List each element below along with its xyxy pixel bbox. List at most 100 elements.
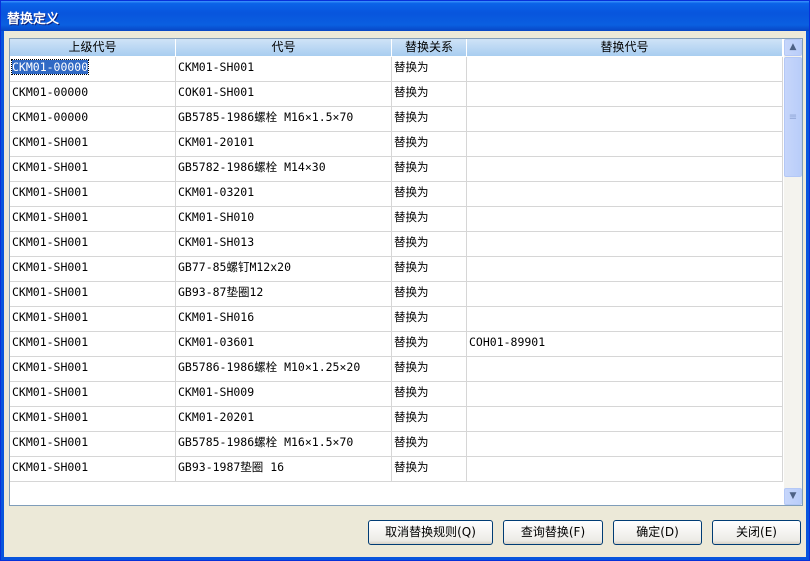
- table-row[interactable]: CKM01-SH001 CKM01-SH010 替换为: [10, 207, 783, 232]
- cell-code[interactable]: CKM01-SH009: [176, 382, 392, 407]
- column-header-relation[interactable]: 替换关系: [392, 39, 467, 57]
- cell-relation[interactable]: 替换为: [392, 132, 467, 157]
- ok-button[interactable]: 确定(D): [613, 520, 702, 545]
- column-header-code[interactable]: 代号: [176, 39, 392, 57]
- close-button[interactable]: 关闭(E): [712, 520, 801, 545]
- cell-parent-code[interactable]: CKM01-SH001: [10, 307, 176, 332]
- column-header-replacement-code[interactable]: 替换代号: [467, 39, 783, 57]
- table-row[interactable]: CKM01-SH001 CKM01-20101 替换为: [10, 132, 783, 157]
- cell-code[interactable]: GB5786-1986螺栓 M10×1.25×20: [176, 357, 392, 382]
- cell-replacement-code[interactable]: [467, 107, 783, 132]
- vertical-scrollbar[interactable]: ▲ ≡ ▼: [784, 39, 802, 505]
- cell-relation[interactable]: 替换为: [392, 407, 467, 432]
- cell-text: 替换为: [394, 360, 429, 374]
- cell-code[interactable]: CKM01-03601: [176, 332, 392, 357]
- table-row[interactable]: CKM01-SH001 CKM01-03601 替换为 COH01-89901: [10, 332, 783, 357]
- table-row[interactable]: CKM01-SH001 GB93-1987垫圈 16 替换为: [10, 457, 783, 482]
- cell-parent-code[interactable]: CKM01-00000: [10, 107, 176, 132]
- cell-replacement-code[interactable]: COH01-89901: [467, 332, 783, 357]
- cell-relation[interactable]: 替换为: [392, 457, 467, 482]
- cell-parent-code[interactable]: CKM01-SH001: [10, 407, 176, 432]
- cell-replacement-code[interactable]: [467, 257, 783, 282]
- cell-code[interactable]: GB93-87垫圈12: [176, 282, 392, 307]
- cell-relation[interactable]: 替换为: [392, 82, 467, 107]
- cell-replacement-code[interactable]: [467, 382, 783, 407]
- table-row[interactable]: CKM01-00000 COK01-SH001 替换为: [10, 82, 783, 107]
- cell-replacement-code[interactable]: [467, 282, 783, 307]
- table-row[interactable]: CKM01-SH001 CKM01-SH013 替换为: [10, 232, 783, 257]
- cell-relation[interactable]: 替换为: [392, 282, 467, 307]
- cell-parent-code[interactable]: CKM01-SH001: [10, 182, 176, 207]
- cell-parent-code[interactable]: CKM01-SH001: [10, 157, 176, 182]
- replacement-grid[interactable]: 上级代号 代号 替换关系 替换代号 CKM01-00000 CKM01-SH001…: [9, 38, 803, 506]
- cell-code[interactable]: CKM01-20101: [176, 132, 392, 157]
- cell-parent-code[interactable]: CKM01-SH001: [10, 382, 176, 407]
- cell-replacement-code[interactable]: [467, 57, 783, 82]
- cell-relation[interactable]: 替换为: [392, 257, 467, 282]
- cell-code[interactable]: GB93-1987垫圈 16: [176, 457, 392, 482]
- cell-parent-code[interactable]: CKM01-SH001: [10, 332, 176, 357]
- cell-relation[interactable]: 替换为: [392, 232, 467, 257]
- cell-code[interactable]: GB5782-1986螺栓 M14×30: [176, 157, 392, 182]
- cell-replacement-code[interactable]: [467, 357, 783, 382]
- cell-relation[interactable]: 替换为: [392, 432, 467, 457]
- table-row[interactable]: CKM01-SH001 CKM01-SH009 替换为: [10, 382, 783, 407]
- table-row[interactable]: CKM01-SH001 GB77-85螺钉M12x20 替换为: [10, 257, 783, 282]
- query-replacement-button[interactable]: 查询替换(F): [503, 520, 603, 545]
- cell-relation[interactable]: 替换为: [392, 57, 467, 82]
- table-row[interactable]: CKM01-SH001 CKM01-SH016 替换为: [10, 307, 783, 332]
- table-row[interactable]: CKM01-SH001 CKM01-03201 替换为: [10, 182, 783, 207]
- cell-relation[interactable]: 替换为: [392, 307, 467, 332]
- cell-replacement-code[interactable]: [467, 182, 783, 207]
- table-row[interactable]: CKM01-00000 CKM01-SH001 替换为: [10, 57, 783, 82]
- cell-code[interactable]: GB5785-1986螺栓 M16×1.5×70: [176, 432, 392, 457]
- cell-replacement-code[interactable]: [467, 407, 783, 432]
- table-row[interactable]: CKM01-SH001 GB5782-1986螺栓 M14×30 替换为: [10, 157, 783, 182]
- cell-relation[interactable]: 替换为: [392, 157, 467, 182]
- cell-code[interactable]: CKM01-20201: [176, 407, 392, 432]
- cell-parent-code[interactable]: CKM01-SH001: [10, 257, 176, 282]
- cell-replacement-code[interactable]: [467, 457, 783, 482]
- cell-parent-code[interactable]: CKM01-00000: [10, 57, 176, 82]
- cell-parent-code[interactable]: CKM01-SH001: [10, 232, 176, 257]
- cell-code[interactable]: CKM01-SH010: [176, 207, 392, 232]
- cell-parent-code[interactable]: CKM01-SH001: [10, 357, 176, 382]
- cell-relation[interactable]: 替换为: [392, 332, 467, 357]
- cell-relation[interactable]: 替换为: [392, 357, 467, 382]
- scroll-thumb[interactable]: ≡: [784, 57, 802, 177]
- cell-relation[interactable]: 替换为: [392, 107, 467, 132]
- cell-relation[interactable]: 替换为: [392, 207, 467, 232]
- cell-code[interactable]: CKM01-SH016: [176, 307, 392, 332]
- cell-parent-code[interactable]: CKM01-SH001: [10, 207, 176, 232]
- cell-text: 替换为: [394, 85, 429, 99]
- cell-relation[interactable]: 替换为: [392, 382, 467, 407]
- table-row[interactable]: CKM01-SH001 CKM01-20201 替换为: [10, 407, 783, 432]
- cell-replacement-code[interactable]: [467, 207, 783, 232]
- cell-parent-code[interactable]: CKM01-SH001: [10, 282, 176, 307]
- table-row[interactable]: CKM01-SH001 GB93-87垫圈12 替换为: [10, 282, 783, 307]
- cell-parent-code[interactable]: CKM01-00000: [10, 82, 176, 107]
- cell-code[interactable]: CKM01-SH013: [176, 232, 392, 257]
- cancel-replacement-rule-button[interactable]: 取消替换规则(Q): [368, 520, 493, 545]
- table-row[interactable]: CKM01-00000 GB5785-1986螺栓 M16×1.5×70 替换为: [10, 107, 783, 132]
- cell-replacement-code[interactable]: [467, 132, 783, 157]
- scroll-up-arrow-icon[interactable]: ▲: [784, 39, 802, 56]
- cell-replacement-code[interactable]: [467, 232, 783, 257]
- cell-replacement-code[interactable]: [467, 432, 783, 457]
- cell-code[interactable]: GB77-85螺钉M12x20: [176, 257, 392, 282]
- cell-parent-code[interactable]: CKM01-SH001: [10, 457, 176, 482]
- cell-parent-code[interactable]: CKM01-SH001: [10, 432, 176, 457]
- cell-replacement-code[interactable]: [467, 82, 783, 107]
- cell-code[interactable]: CKM01-03201: [176, 182, 392, 207]
- cell-code[interactable]: GB5785-1986螺栓 M16×1.5×70: [176, 107, 392, 132]
- cell-replacement-code[interactable]: [467, 307, 783, 332]
- cell-code[interactable]: CKM01-SH001: [176, 57, 392, 82]
- cell-parent-code[interactable]: CKM01-SH001: [10, 132, 176, 157]
- table-row[interactable]: CKM01-SH001 GB5785-1986螺栓 M16×1.5×70 替换为: [10, 432, 783, 457]
- column-header-parent-code[interactable]: 上级代号: [10, 39, 176, 57]
- cell-relation[interactable]: 替换为: [392, 182, 467, 207]
- table-row[interactable]: CKM01-SH001 GB5786-1986螺栓 M10×1.25×20 替换为: [10, 357, 783, 382]
- cell-replacement-code[interactable]: [467, 157, 783, 182]
- scroll-down-arrow-icon[interactable]: ▼: [784, 488, 802, 505]
- cell-code[interactable]: COK01-SH001: [176, 82, 392, 107]
